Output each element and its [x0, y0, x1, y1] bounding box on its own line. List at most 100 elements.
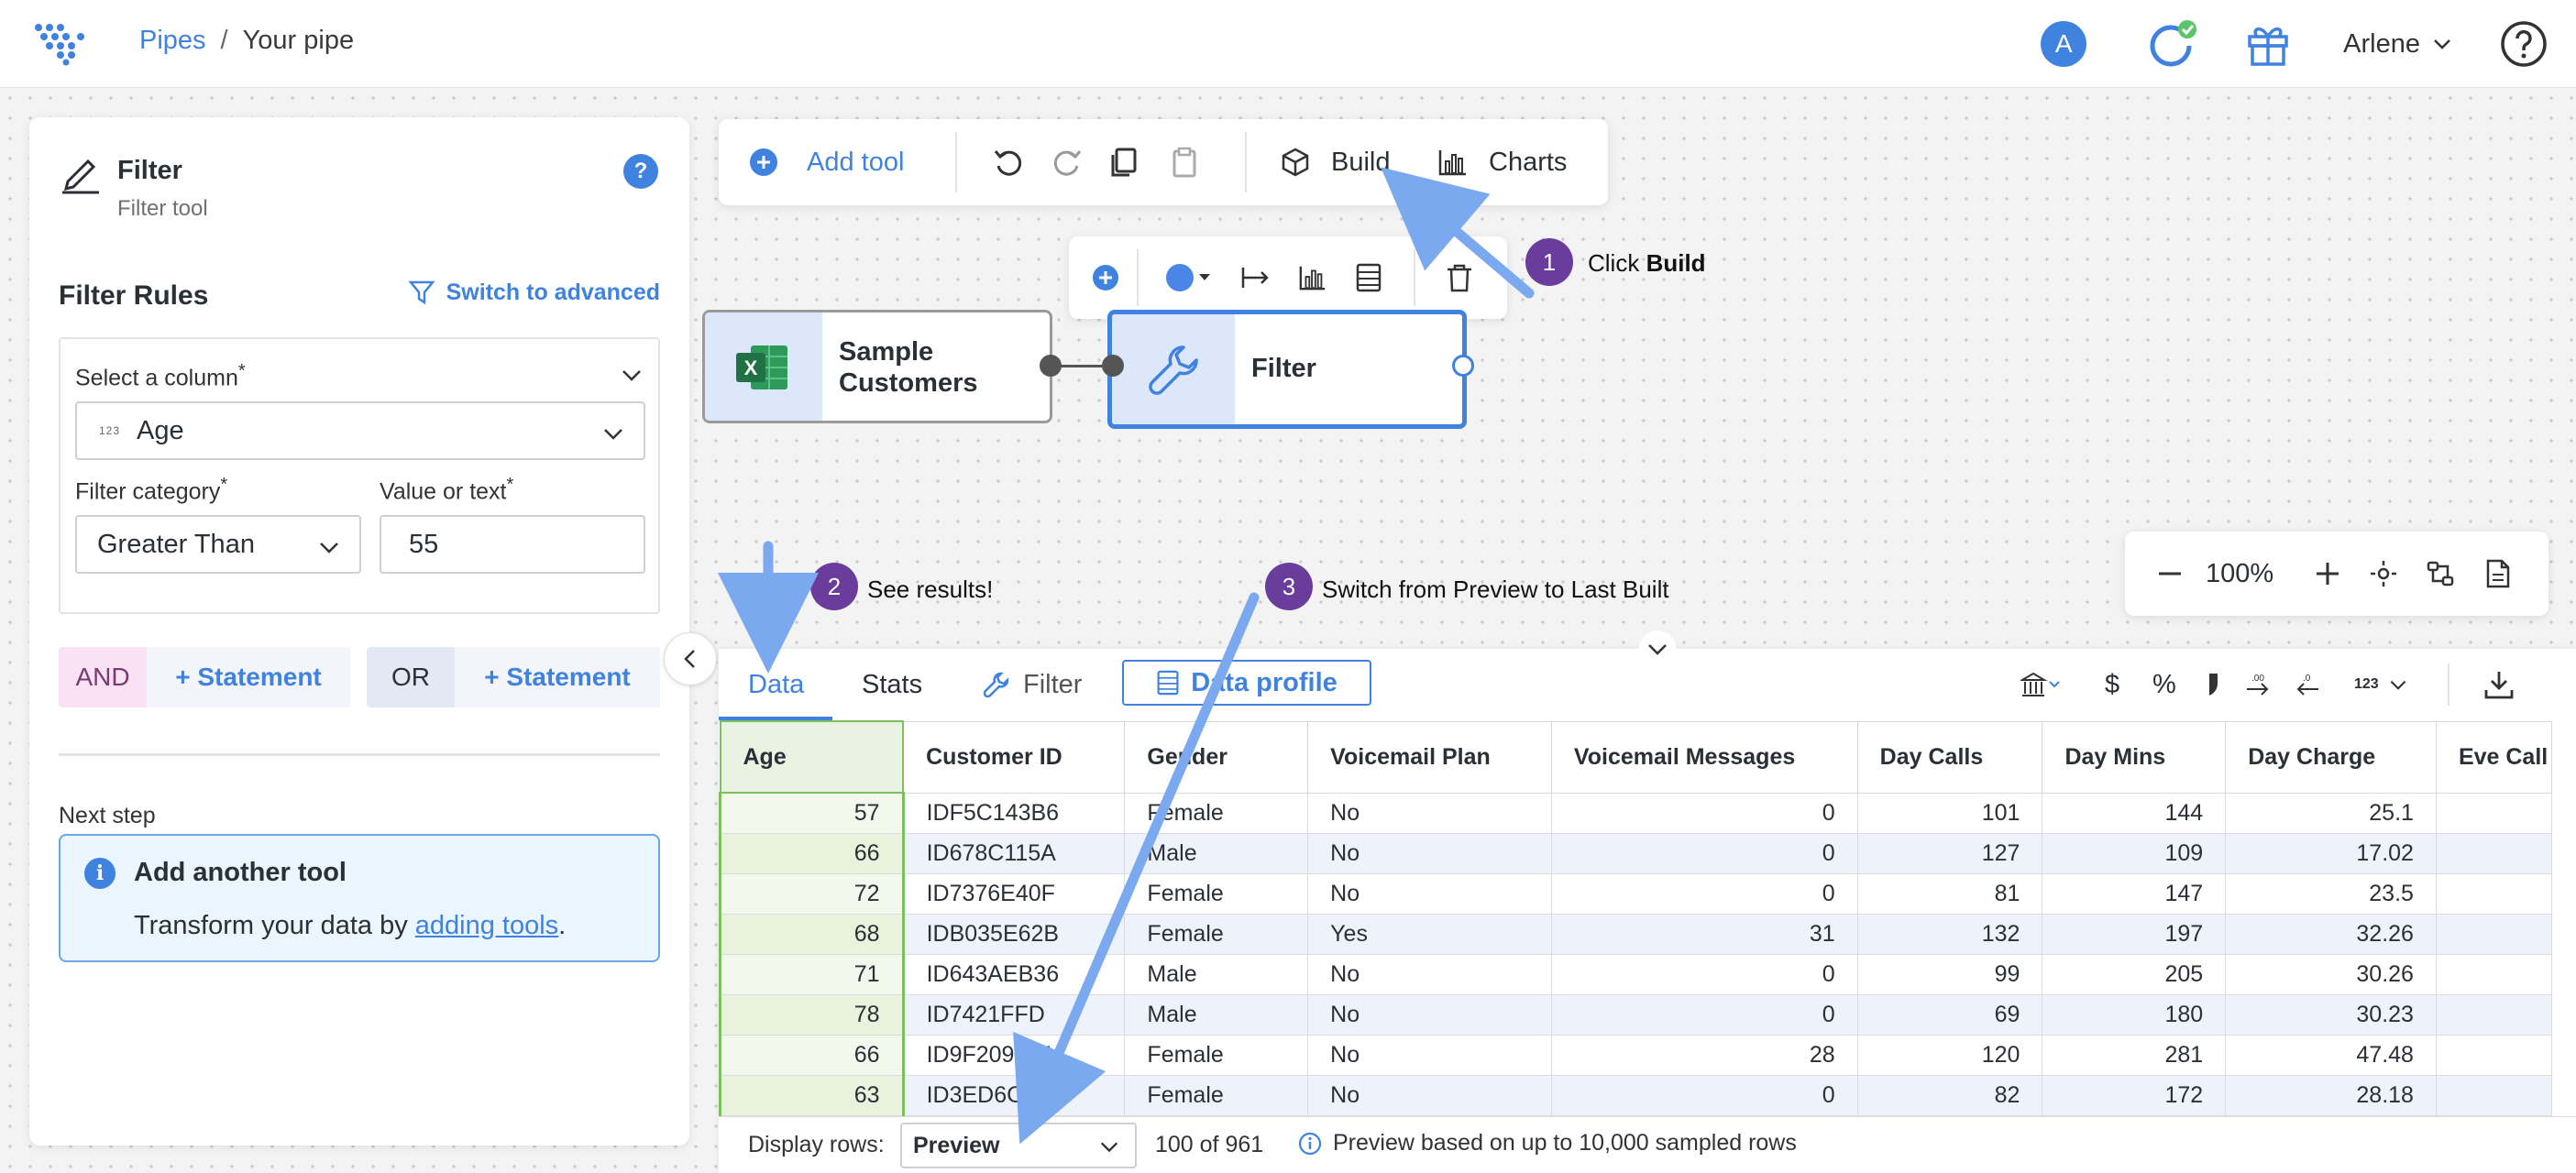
column-header[interactable]: Customer ID	[902, 720, 1126, 794]
table-row[interactable]: 63 ID3ED6C1TC Female No 0 82 172 28.18	[719, 1074, 2553, 1116]
table-cell[interactable]: 205	[2042, 953, 2227, 995]
table-cell[interactable]: 28	[1550, 1034, 1858, 1076]
table-cell[interactable]: IDB035E62B	[902, 913, 1126, 955]
table-row[interactable]: 71 ID643AEB36 Male No 0 99 205 30.26	[719, 953, 2553, 995]
node-connect-button[interactable]	[1239, 236, 1272, 319]
switch-to-advanced-link[interactable]: Switch to advanced	[407, 279, 660, 306]
and-toggle[interactable]: AND	[59, 647, 147, 707]
gift-icon[interactable]	[2244, 20, 2292, 68]
paste-button[interactable]	[1168, 119, 1201, 205]
table-cell[interactable]: 197	[2042, 913, 2227, 955]
table-cell[interactable]: Female	[1124, 913, 1309, 955]
table-cell[interactable]: 25.1	[2225, 792, 2437, 834]
table-cell[interactable]: 99	[1856, 953, 2043, 995]
number-format-button[interactable]: 123	[2354, 662, 2408, 707]
table-cell[interactable]: 71	[719, 953, 905, 995]
zoom-out-button[interactable]	[2156, 532, 2184, 616]
table-cell[interactable]: 30.26	[2225, 953, 2437, 995]
table-cell[interactable]: No	[1307, 1034, 1552, 1076]
table-cell[interactable]: 69	[1856, 993, 2043, 1036]
table-cell[interactable]: 47.48	[2225, 1034, 2437, 1076]
increase-decimals-button[interactable]: .00	[2244, 662, 2272, 707]
table-cell[interactable]: Female	[1124, 1074, 1309, 1116]
table-cell[interactable]: 120	[1856, 1034, 2043, 1076]
table-cell[interactable]: No	[1307, 1074, 1552, 1116]
table-cell[interactable]	[2435, 1034, 2553, 1076]
table-cell[interactable]: 0	[1550, 832, 1858, 874]
table-cell[interactable]: 30.23	[2225, 993, 2437, 1036]
table-cell[interactable]: 0	[1550, 872, 1858, 915]
data-profile-button[interactable]: Data profile	[1122, 660, 1371, 706]
table-cell[interactable]: 127	[1856, 832, 2043, 874]
undo-button[interactable]	[992, 119, 1025, 205]
table-cell[interactable]	[2435, 993, 2553, 1036]
table-cell[interactable]: ID643AEB36	[902, 953, 1126, 995]
column-header[interactable]: Day Mins	[2042, 720, 2227, 794]
node-color-picker[interactable]	[1164, 236, 1219, 319]
table-cell[interactable]: 0	[1550, 792, 1858, 834]
tab-filter[interactable]: Filter	[983, 649, 1082, 720]
table-cell[interactable]: 109	[2042, 832, 2227, 874]
add-tool-button[interactable]: Add tool	[748, 119, 904, 205]
filter-input-port[interactable]	[1102, 355, 1124, 377]
table-cell[interactable]: 72	[719, 872, 905, 915]
dots-logo-icon[interactable]	[33, 22, 92, 66]
table-cell[interactable]: 28.18	[2225, 1074, 2437, 1116]
column-header[interactable]: Voicemail Messages	[1550, 720, 1858, 794]
table-cell[interactable]: No	[1307, 872, 1552, 915]
table-cell[interactable]: 23.5	[2225, 872, 2437, 915]
table-cell[interactable]: No	[1307, 832, 1552, 874]
table-cell[interactable]: ID678C115A	[902, 832, 1126, 874]
table-row[interactable]: 78 ID7421FFD Male No 0 69 180 30.23	[719, 993, 2553, 1036]
collapse-panel-button[interactable]	[664, 632, 717, 685]
chevron-down-icon[interactable]	[2431, 33, 2453, 55]
node-delete-button[interactable]	[1445, 236, 1474, 319]
table-cell[interactable]: 144	[2042, 792, 2227, 834]
column-header[interactable]: Day Calls	[1856, 720, 2043, 794]
table-cell[interactable]: IDF5C143B6	[902, 792, 1126, 834]
table-cell[interactable]: 68	[719, 913, 905, 955]
decrease-decimals-button[interactable]: .0	[2294, 662, 2321, 707]
table-cell[interactable]: 63	[719, 1074, 905, 1116]
table-cell[interactable]: 32.26	[2225, 913, 2437, 955]
table-cell[interactable]: 17.02	[2225, 832, 2437, 874]
collapse-rule-chevron-icon[interactable]	[620, 363, 644, 387]
table-cell[interactable]: Male	[1124, 993, 1309, 1036]
table-cell[interactable]: ID9F209117	[902, 1034, 1126, 1076]
filter-output-port[interactable]	[1452, 355, 1474, 377]
table-cell[interactable]: 31	[1550, 913, 1858, 955]
table-cell[interactable]: 0	[1550, 993, 1858, 1036]
sample-customers-node[interactable]: X Sample Customers	[702, 310, 1052, 423]
table-cell[interactable]: 172	[2042, 1074, 2227, 1116]
table-cell[interactable]: 66	[719, 832, 905, 874]
column-header[interactable]: Eve Call	[2435, 720, 2553, 794]
data-table[interactable]: Age Customer ID Gender Voicemail Plan Voicem…	[719, 720, 2553, 1116]
table-cell[interactable]: ID3ED6C1TC	[902, 1074, 1126, 1116]
table-cell[interactable]	[2435, 832, 2553, 874]
user-name[interactable]: Arlene	[2343, 29, 2420, 60]
table-cell[interactable]: 81	[1856, 872, 2043, 915]
table-cell[interactable]	[2435, 872, 2553, 915]
table-cell[interactable]: 78	[719, 993, 905, 1036]
column-header[interactable]: Voicemail Plan	[1307, 720, 1552, 794]
table-cell[interactable]: 101	[1856, 792, 2043, 834]
node-data-button[interactable]	[1355, 236, 1382, 319]
table-cell[interactable]	[2435, 913, 2553, 955]
table-cell[interactable]	[2435, 953, 2553, 995]
display-rows-select[interactable]: Preview	[900, 1123, 1137, 1168]
table-cell[interactable]: No	[1307, 993, 1552, 1036]
filter-node[interactable]: Filter	[1107, 310, 1467, 429]
table-cell[interactable]: ID7421FFD	[902, 993, 1126, 1036]
table-cell[interactable]: Male	[1124, 832, 1309, 874]
download-button[interactable]	[2482, 662, 2515, 707]
table-cell[interactable]: Female	[1124, 792, 1309, 834]
percent-format-button[interactable]: %	[2152, 662, 2176, 707]
column-header[interactable]: Gender	[1124, 720, 1309, 794]
table-cell[interactable]: Yes	[1307, 913, 1552, 955]
table-cell[interactable]: Male	[1124, 953, 1309, 995]
auto-layout-button[interactable]	[2426, 532, 2455, 616]
table-cell[interactable]: ID7376E40F	[902, 872, 1126, 915]
currency-format-button[interactable]: $	[2105, 662, 2119, 707]
filter-category-select[interactable]: Greater Than	[75, 515, 361, 574]
column-header[interactable]: Age	[719, 720, 905, 794]
